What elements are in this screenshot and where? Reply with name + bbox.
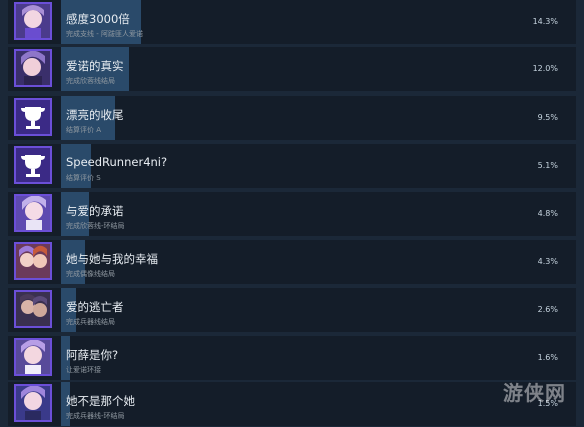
achievement-title: 漂亮的收尾 (66, 108, 124, 122)
achievement-row[interactable]: 爱的逃亡者 完成兵器线结局 2.6% (8, 288, 576, 332)
trophy-icon (14, 146, 52, 184)
achievement-row[interactable]: 阿薛是你? 让爱诺环接 1.6% (8, 336, 576, 380)
achievement-description: 完成兵器线-环结局 (66, 412, 125, 420)
achievement-row[interactable]: 感度3000倍 完成支线 - 阿跋匪人爱诺 14.3% (8, 0, 576, 44)
achievement-description: 完成偶像线结局 (66, 270, 115, 278)
achievement-title: 爱的逃亡者 (66, 300, 124, 314)
achievement-row[interactable]: 漂亮的收尾 结算评价 A 9.5% (8, 96, 576, 140)
anime-portrait-icon (14, 338, 52, 376)
achievement-description: 让爱诺环接 (66, 366, 101, 374)
anime-portrait-icon (14, 290, 52, 328)
achievement-description: 结算评价 S (66, 174, 101, 182)
anime-portrait-icon (14, 49, 52, 87)
unlock-percentage: 4.8% (537, 209, 558, 218)
achievement-row[interactable]: 她不是那个她 完成兵器线-环结局 1.5% (8, 382, 576, 426)
achievement-description: 完成支线 - 阿跋匪人爱诺 (66, 30, 143, 38)
achievement-description: 完成欣蓉线结局 (66, 77, 115, 85)
unlock-percentage: 12.0% (532, 64, 558, 73)
achievement-title: SpeedRunner4ni? (66, 155, 168, 169)
achievement-title: 爱诺的真实 (66, 59, 124, 73)
achievement-title: 她不是那个她 (66, 394, 135, 408)
unlock-percentage: 14.3% (532, 17, 558, 26)
achievement-row[interactable]: 她与她与我的幸福 完成偶像线结局 4.3% (8, 240, 576, 284)
achievement-title: 与爱的承诺 (66, 204, 124, 218)
unlock-percentage: 5.1% (537, 161, 558, 170)
achievement-row[interactable]: SpeedRunner4ni? 结算评价 S 5.1% (8, 144, 576, 188)
achievement-description: 完成兵器线结局 (66, 318, 115, 326)
achievement-description: 完成欣蓉线-环结局 (66, 222, 125, 230)
anime-portrait-icon (14, 384, 52, 422)
unlock-percentage: 2.6% (537, 305, 558, 314)
achievement-row[interactable]: 爱诺的真实 完成欣蓉线结局 12.0% (8, 47, 576, 91)
anime-portrait-icon (14, 2, 52, 40)
achievement-description: 结算评价 A (66, 126, 102, 134)
trophy-icon (14, 98, 52, 136)
anime-portrait-icon (14, 242, 52, 280)
achievement-title: 感度3000倍 (66, 12, 130, 26)
unlock-percentage: 4.3% (537, 257, 558, 266)
achievement-title: 阿薛是你? (66, 348, 119, 362)
watermark-logo: 游侠网 (503, 381, 566, 405)
achievement-row[interactable]: 与爱的承诺 完成欣蓉线-环结局 4.8% (8, 192, 576, 236)
unlock-percentage: 9.5% (537, 113, 558, 122)
achievement-title: 她与她与我的幸福 (66, 252, 158, 266)
anime-portrait-icon (14, 194, 52, 232)
unlock-percentage: 1.6% (537, 353, 558, 362)
